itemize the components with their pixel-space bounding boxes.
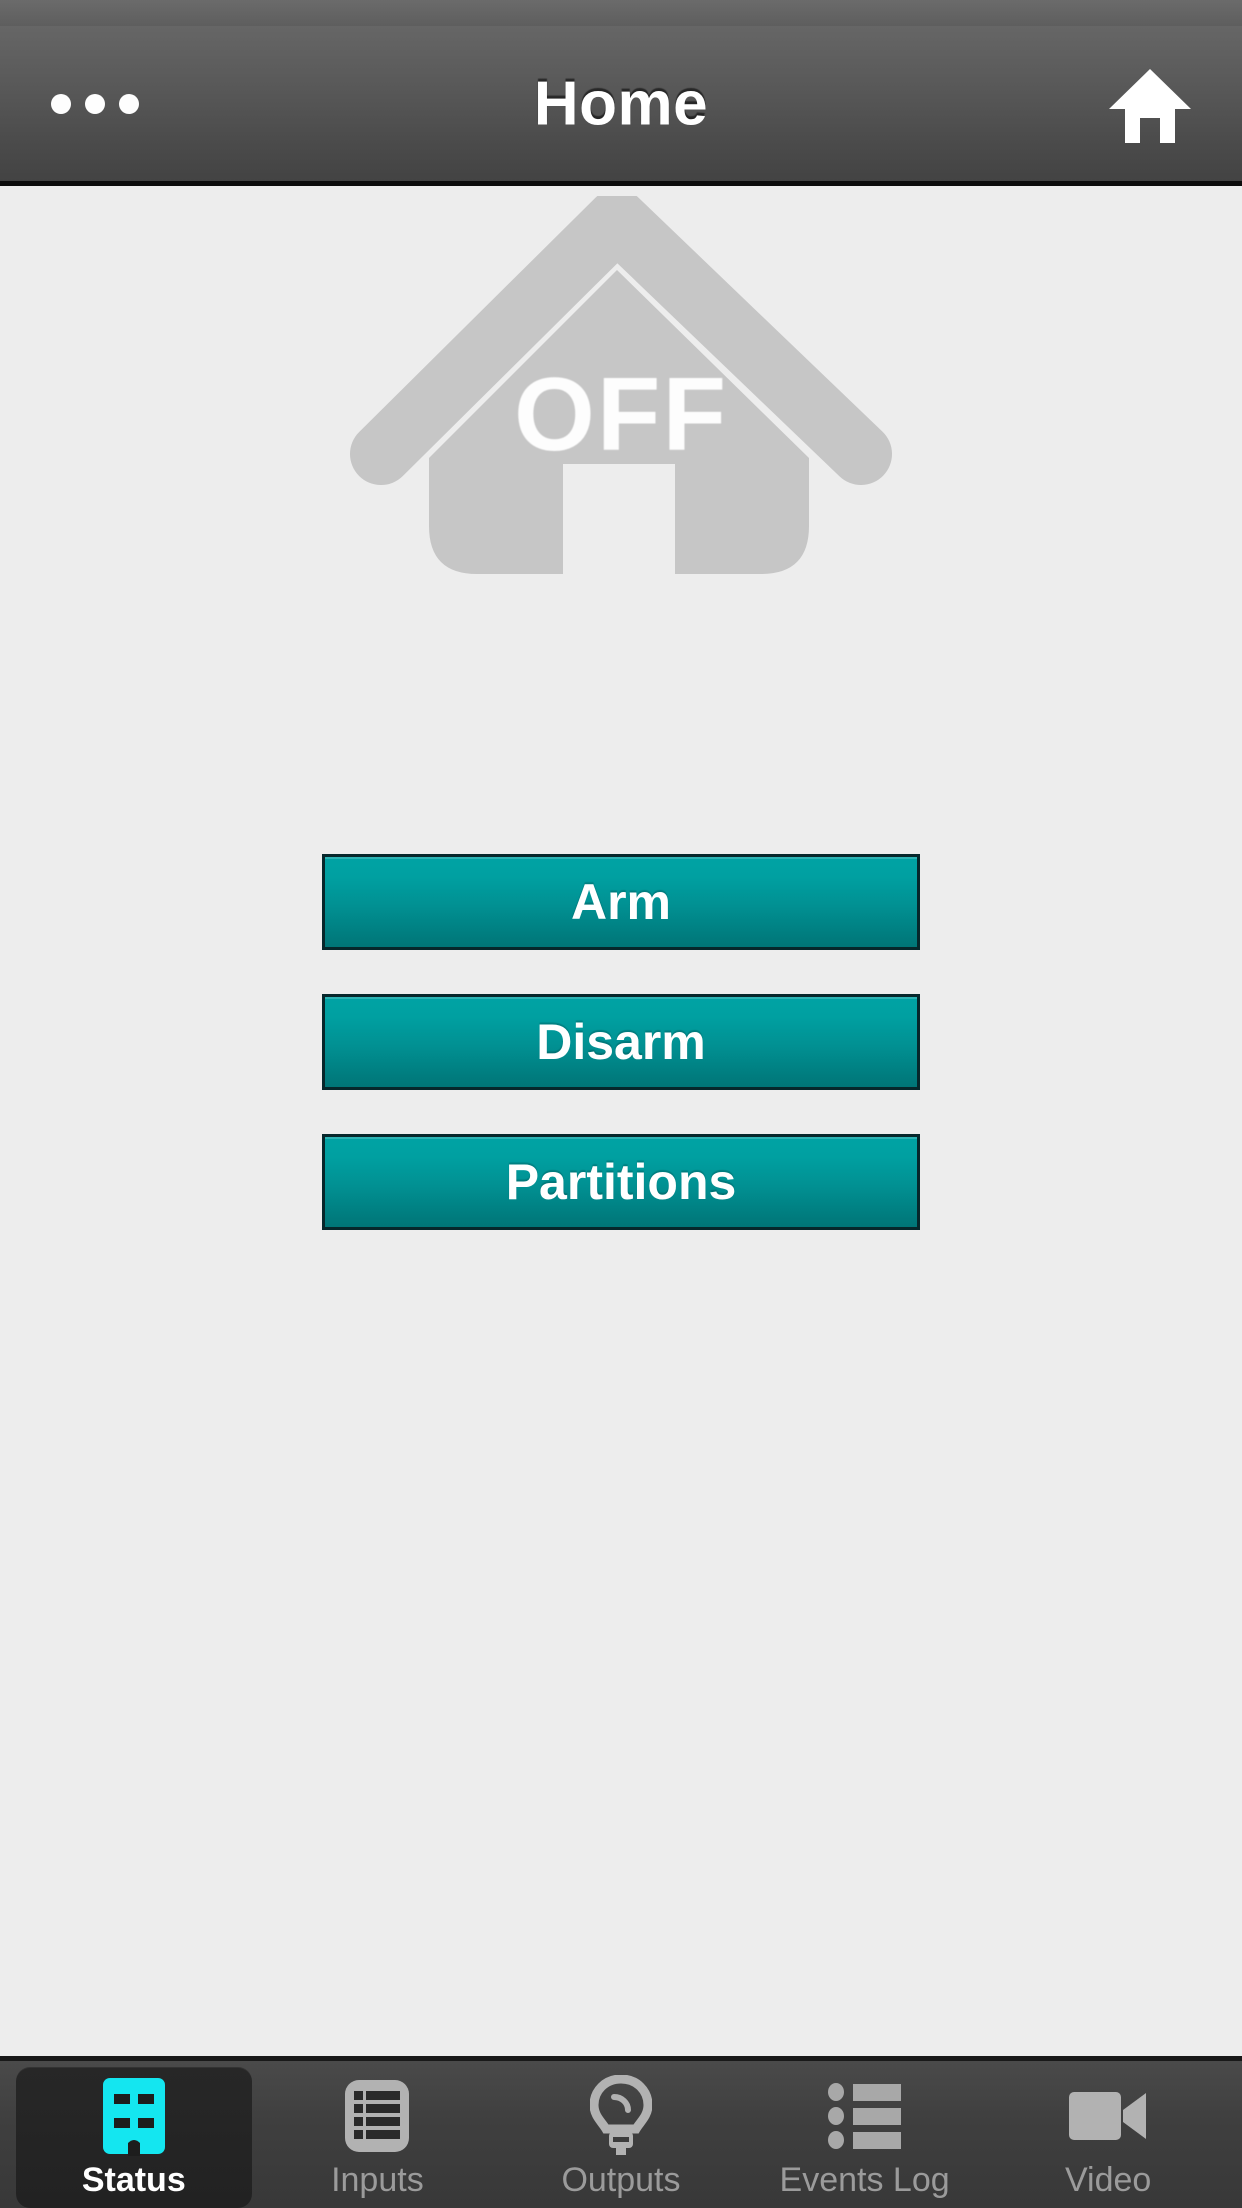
building-icon (101, 2075, 167, 2157)
home-icon[interactable] (1100, 54, 1200, 154)
arm-button[interactable]: Arm (322, 854, 920, 950)
tab-label-inputs: Inputs (331, 2160, 424, 2199)
tab-inputs[interactable]: Inputs (260, 2067, 496, 2208)
tab-label-events-log: Events Log (779, 2160, 950, 2199)
app-header: Home (0, 26, 1242, 186)
list-table-icon (343, 2075, 411, 2157)
main-content: OFF Arm Disarm Partitions (0, 186, 1242, 2056)
bullet-list-icon (827, 2075, 903, 2157)
video-camera-icon (1067, 2075, 1149, 2157)
tab-label-outputs: Outputs (561, 2160, 681, 2199)
tab-events-log[interactable]: Events Log (747, 2067, 983, 2208)
partitions-button[interactable]: Partitions (322, 1134, 920, 1230)
status-state-label: OFF (514, 357, 728, 474)
action-button-group: Arm Disarm Partitions (322, 854, 920, 1230)
bottom-tab-bar: Status Inputs Outputs Events Log Video (0, 2056, 1242, 2208)
tab-label-video: Video (1064, 2160, 1152, 2199)
tab-outputs[interactable]: Outputs (503, 2067, 739, 2208)
tab-label-status: Status (81, 2160, 186, 2199)
tab-video[interactable]: Video (990, 2067, 1226, 2208)
page-title: Home (533, 69, 709, 138)
lightbulb-icon (589, 2074, 652, 2157)
disarm-button[interactable]: Disarm (322, 994, 920, 1090)
system-status-bar (0, 0, 1242, 26)
house-icon: OFF (341, 196, 901, 616)
app-screen: Home OFF Arm Disarm Partitions Status In… (0, 0, 1242, 2208)
tab-status[interactable]: Status (16, 2067, 252, 2208)
